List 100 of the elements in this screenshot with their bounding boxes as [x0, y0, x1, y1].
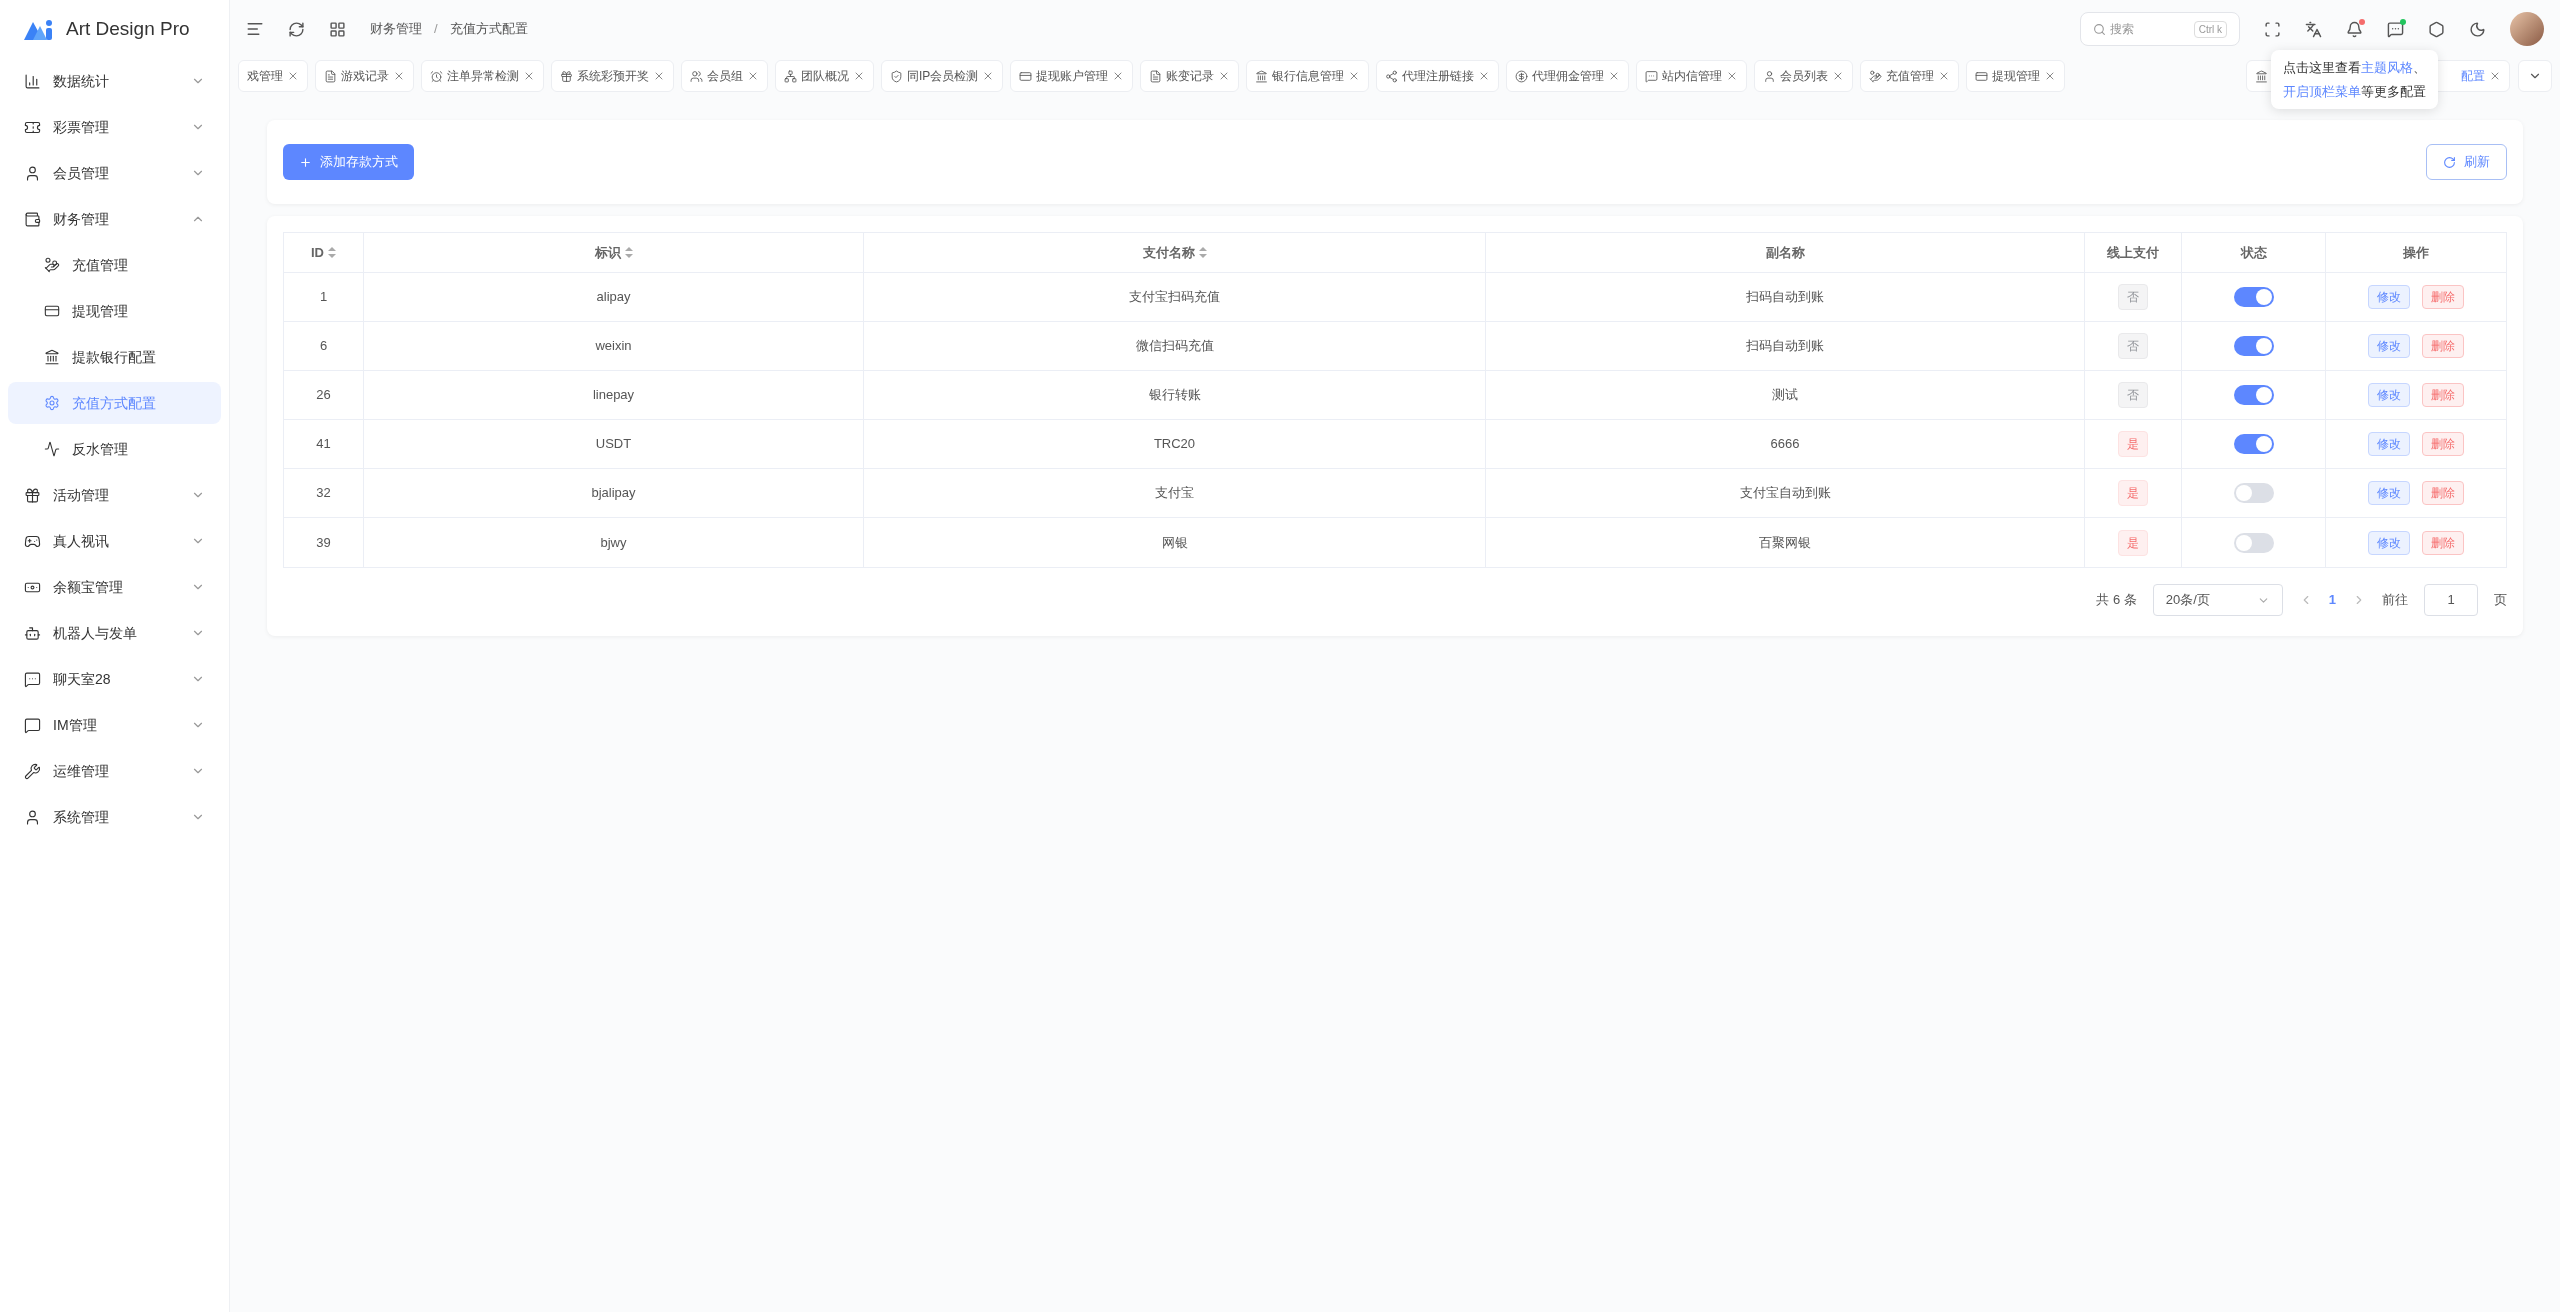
grid-icon[interactable] — [329, 20, 346, 38]
column-header[interactable]: ID — [284, 233, 364, 272]
logo-icon — [24, 18, 54, 40]
close-icon[interactable] — [653, 70, 665, 82]
moon-icon[interactable] — [2469, 20, 2486, 38]
hand-coins-icon — [44, 257, 60, 273]
table-cell-text: 6 — [319, 337, 328, 356]
menu-item[interactable]: 活动管理 — [8, 472, 221, 518]
close-icon[interactable] — [523, 70, 535, 82]
page-tab[interactable]: 会员列表 — [1754, 60, 1854, 92]
toggle-switch[interactable] — [2233, 532, 2274, 553]
status-tag: 否 — [2118, 333, 2148, 359]
table-cell-text: 41 — [316, 435, 331, 454]
table-cell-text: 测试 — [1772, 386, 1798, 405]
toggle-switch[interactable] — [2233, 287, 2274, 307]
page-tab[interactable]: 游戏记录 — [315, 60, 414, 92]
menu-item[interactable]: 财务管理 — [8, 196, 221, 242]
menu-item[interactable]: IM管理 — [8, 702, 221, 748]
sort-icon[interactable] — [328, 247, 336, 258]
breadcrumb-item[interactable]: 充值方式配置 — [449, 19, 528, 39]
translate-icon[interactable] — [2305, 20, 2322, 38]
avatar[interactable] — [2510, 12, 2544, 46]
menu-item[interactable]: 数据统计 — [8, 58, 221, 104]
dollar-icon — [1515, 69, 1529, 83]
close-icon[interactable] — [747, 70, 759, 82]
page-input[interactable]: 1 — [2424, 584, 2478, 616]
page-tab[interactable]: 提现管理 — [1966, 60, 2066, 92]
page-tab[interactable]: 同IP会员检测 — [881, 60, 1004, 92]
shield-icon — [890, 69, 903, 83]
status-tag: 是 — [2118, 529, 2148, 556]
gift-icon — [560, 69, 573, 83]
page-tab[interactable]: 充值管理 — [1860, 60, 1960, 92]
robot-icon — [24, 624, 41, 642]
toggle-switch[interactable] — [2233, 483, 2274, 503]
table-cell-text: 26 — [316, 386, 331, 405]
card-icon — [44, 303, 60, 319]
bar-chart-icon — [24, 72, 41, 90]
total-count: 共 6 条 — [2096, 591, 2137, 610]
bell-icon[interactable] — [2346, 20, 2363, 38]
menu-item[interactable]: 系统管理 — [8, 794, 221, 840]
page-tab[interactable]: 系统彩预开奖 — [551, 60, 674, 92]
table-cell-text: linepay — [592, 386, 635, 405]
page-tab[interactable]: 银行信息管理 — [1246, 60, 1370, 92]
card-icon — [1019, 69, 1033, 83]
close-icon[interactable] — [2489, 70, 2501, 82]
fullscreen-icon[interactable] — [2264, 20, 2281, 38]
refresh-icon[interactable] — [288, 20, 305, 38]
page-tab[interactable]: 戏管理 — [238, 60, 308, 92]
submenu-item[interactable]: 充值管理 — [8, 244, 221, 286]
menu-icon[interactable] — [246, 20, 264, 38]
bank-icon — [2255, 69, 2268, 83]
tooltip-text: 、 — [2413, 59, 2426, 77]
submenu-item[interactable]: 提现管理 — [8, 290, 221, 332]
users-icon — [690, 69, 703, 83]
column-header[interactable]: 支付名称 — [864, 233, 1486, 272]
document-icon — [1149, 69, 1163, 83]
chat-icon[interactable] — [2387, 20, 2404, 38]
menu-item[interactable]: 会员管理 — [8, 150, 221, 196]
toggle-switch[interactable] — [2233, 434, 2274, 454]
table-cell-text: 扫码自动到账 — [1746, 288, 1824, 307]
hand-coins-icon — [1869, 69, 1883, 83]
menu-item[interactable]: 真人视讯 — [8, 518, 221, 564]
page-size-select[interactable]: 20条/页 — [2152, 584, 2283, 616]
table-cell-text: 支付宝扫码充值 — [1129, 288, 1220, 307]
user-icon — [24, 164, 41, 182]
page-tab[interactable]: 团队概况 — [775, 60, 874, 92]
page-tab[interactable]: 会员组 — [681, 60, 768, 92]
sort-icon[interactable] — [1198, 247, 1207, 258]
status-tag: 是 — [2118, 480, 2148, 506]
page-tab[interactable]: 账变记录 — [1140, 60, 1240, 92]
menu-item[interactable]: 聊天室28 — [8, 656, 221, 702]
page-tab[interactable]: 代理注册链接 — [1376, 60, 1500, 92]
page-tab[interactable]: 提现账户管理 — [1010, 60, 1134, 92]
refresh-button[interactable]: 刷新 — [2426, 144, 2507, 180]
submenu-item[interactable]: 反水管理 — [8, 428, 221, 470]
page-tab[interactable]: 站内信管理 — [1636, 60, 1748, 92]
toggle-switch[interactable] — [2233, 385, 2274, 405]
menu-item[interactable]: 彩票管理 — [8, 104, 221, 150]
shortcut-hint: Ctrl k — [2193, 20, 2227, 38]
close-icon[interactable] — [853, 70, 865, 82]
toggle-switch[interactable] — [2233, 336, 2274, 356]
table-cell-text: 支付宝自动到账 — [1739, 484, 1831, 503]
share-icon — [1385, 69, 1399, 83]
sort-icon[interactable] — [624, 247, 633, 258]
menu-item[interactable]: 机器人与发单 — [8, 610, 221, 656]
status-tag: 是 — [2118, 431, 2148, 457]
page-tab[interactable]: 代理佣金管理 — [1506, 60, 1630, 92]
page-tab[interactable]: 注单异常检测 — [421, 60, 544, 92]
table-cell-text: 1 — [319, 288, 328, 307]
table-cell-text: 网银 — [1161, 533, 1188, 552]
app-title: Art Design Pro — [66, 16, 190, 41]
close-icon[interactable] — [287, 70, 299, 82]
breadcrumb-item[interactable]: 财务管理 — [370, 19, 422, 39]
table-cell-text: 百聚网银 — [1759, 533, 1811, 552]
close-icon[interactable] — [393, 70, 405, 82]
plus-icon — [299, 155, 312, 169]
column-header[interactable]: 标识 — [364, 233, 864, 272]
submenu-item[interactable]: 提款银行配置 — [8, 336, 221, 378]
menu-item[interactable]: 余额宝管理 — [8, 564, 221, 610]
menu-item[interactable]: 运维管理 — [8, 748, 221, 794]
